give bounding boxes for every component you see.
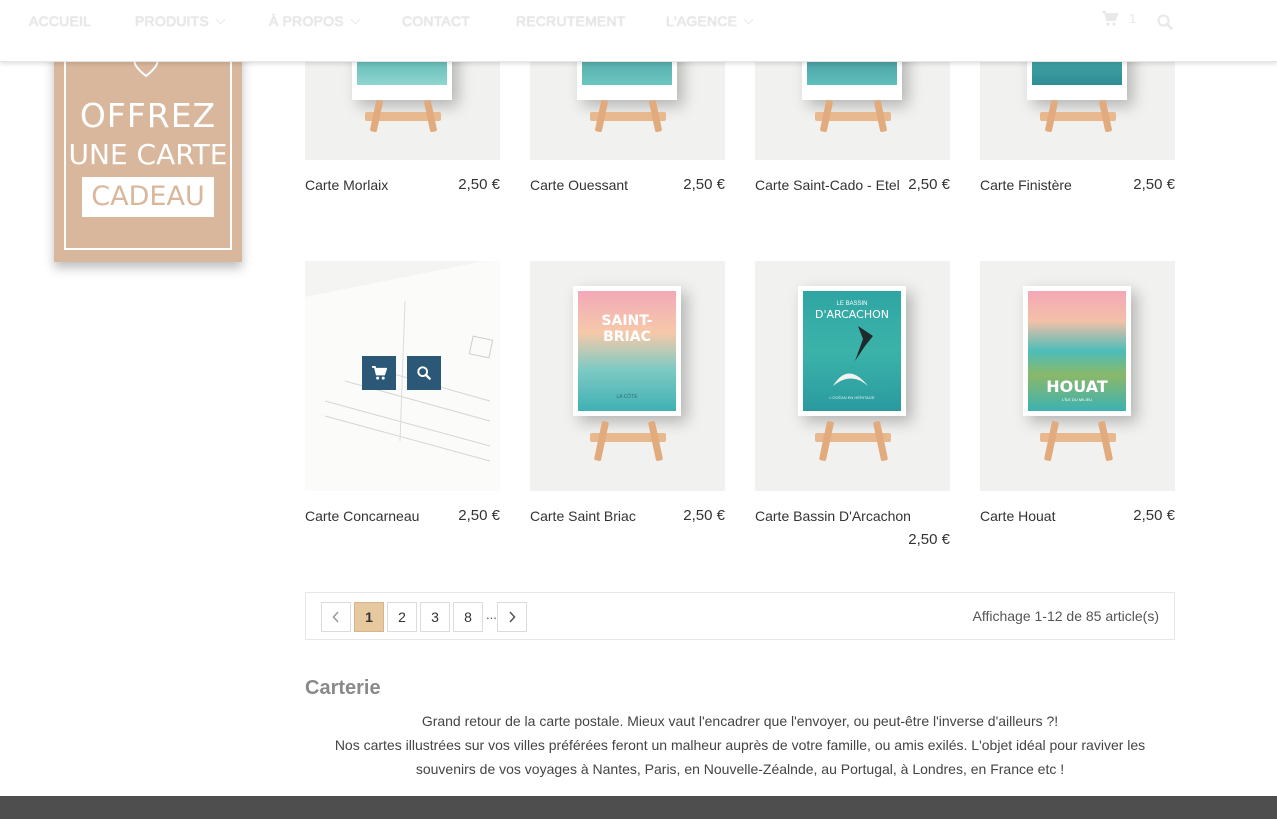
page-button-3[interactable]: 3 xyxy=(420,602,450,632)
cart-icon xyxy=(1102,11,1118,26)
poster-birds xyxy=(833,326,873,386)
nav-item-agence-label: L'AGENCE xyxy=(666,13,738,29)
pagination-info: Affichage 1-12 de 85 article(s) xyxy=(972,608,1159,624)
search-button[interactable] xyxy=(1157,14,1173,30)
category-description: Grand retour de la carte postale. Mieux … xyxy=(305,709,1175,781)
product-image-arcachon[interactable]: LE BASSIN D'ARCACHON L'OCÉAN EN HÉRITAGE xyxy=(755,261,950,491)
product-price: 2,50 € xyxy=(1133,507,1175,524)
product-name[interactable]: Carte Morlaix xyxy=(305,177,388,193)
product-price: 2,50 € xyxy=(683,507,725,524)
page-button-2[interactable]: 2 xyxy=(387,602,417,632)
product-price: 2,50 € xyxy=(1133,176,1175,193)
nav-item-a-propos-label: À PROPOS xyxy=(269,13,344,29)
pagination-ellipsis: ... xyxy=(486,607,497,622)
gift-card-label-box: CADEAU xyxy=(82,177,214,217)
product-name[interactable]: Carte Ouessant xyxy=(530,177,628,193)
cart-button[interactable]: 1 xyxy=(1102,11,1136,26)
product-name[interactable]: Carte Houat xyxy=(980,508,1055,524)
product-price: 2,50 € xyxy=(908,531,950,548)
product-image-houat[interactable]: HOUAT L'ÎLE DU MILIEU xyxy=(980,261,1175,491)
pagination-bar: 1 2 3 8 ... Affichage 1-12 de 85 article… xyxy=(305,592,1175,640)
top-navigation: ACCUEIL PRODUITS À PROPOS CONTACT RECRUT… xyxy=(0,0,1277,62)
poster-subtitle: L'OCÉAN EN HÉRITAGE xyxy=(829,395,875,400)
nav-item-produits[interactable]: PRODUITS xyxy=(135,13,226,29)
cart-count: 1 xyxy=(1129,11,1137,26)
poster-art: SAINT-BRIAC LA CÔTE xyxy=(578,291,676,411)
page-button-1[interactable]: 1 xyxy=(354,602,384,632)
nav-item-accueil[interactable]: ACCUEIL xyxy=(29,13,91,29)
postcard-back-illustration xyxy=(305,261,500,491)
product-price: 2,50 € xyxy=(683,176,725,193)
nav-item-agence[interactable]: L'AGENCE xyxy=(666,13,754,29)
chevron-left-icon xyxy=(332,611,339,623)
poster-art: HOUAT L'ÎLE DU MILIEU xyxy=(1028,291,1126,411)
quick-view-button[interactable] xyxy=(407,356,441,390)
nav-item-contact[interactable]: CONTACT xyxy=(402,13,470,29)
poster-subtitle: L'ÎLE DU MILIEU xyxy=(1061,397,1093,402)
poster: LE BASSIN D'ARCACHON L'OCÉAN EN HÉRITAGE xyxy=(798,286,906,416)
poster-art: LE BASSIN D'ARCACHON L'OCÉAN EN HÉRITAGE xyxy=(803,291,901,411)
poster: SAINT-BRIAC LA CÔTE xyxy=(573,286,681,416)
product-name[interactable]: Carte Bassin D'Arcachon xyxy=(755,508,911,524)
next-page-button[interactable] xyxy=(497,602,527,632)
product-name[interactable]: Carte Concarneau xyxy=(305,508,419,524)
gift-card-line1: OFFREZ xyxy=(79,96,217,135)
chevron-down-icon xyxy=(743,14,754,25)
nav-item-a-propos[interactable]: À PROPOS xyxy=(269,13,361,29)
search-icon xyxy=(417,366,431,380)
gift-card-line2: UNE CARTE xyxy=(68,138,228,171)
product-image-concarneau[interactable] xyxy=(305,261,500,491)
nav-item-recrutement[interactable]: RECRUTEMENT xyxy=(516,13,626,29)
search-icon xyxy=(1157,14,1173,30)
cart-icon xyxy=(371,366,387,380)
product-price: 2,50 € xyxy=(458,176,500,193)
product-name[interactable]: Carte Saint Briac xyxy=(530,508,636,524)
product-price: 2,50 € xyxy=(458,507,500,524)
poster-title: HOUAT xyxy=(1046,377,1108,396)
product-image-saint-briac[interactable]: SAINT-BRIAC LA CÔTE xyxy=(530,261,725,491)
footer xyxy=(0,796,1277,819)
product-price: 2,50 € xyxy=(908,176,950,193)
category-title: Carterie xyxy=(305,677,381,699)
poster: HOUAT L'ÎLE DU MILIEU xyxy=(1023,286,1131,416)
nav-item-produits-label: PRODUITS xyxy=(135,13,209,29)
gift-card-line3: CADEAU xyxy=(91,181,205,212)
chevron-down-icon xyxy=(350,14,361,25)
add-to-cart-button[interactable] xyxy=(362,356,396,390)
poster-subtitle: LA CÔTE xyxy=(616,394,638,400)
chevron-right-icon xyxy=(509,611,516,623)
category-description-line1: Grand retour de la carte postale. Mieux … xyxy=(421,713,1059,729)
previous-page-button[interactable] xyxy=(321,602,351,632)
chevron-down-icon xyxy=(215,14,226,25)
product-name[interactable]: Carte Saint-Cado - Etel xyxy=(755,177,900,193)
category-description-line2: Nos cartes illustrées sur vos villes pré… xyxy=(334,737,1146,777)
product-name[interactable]: Carte Finistère xyxy=(980,177,1072,193)
page-button-8[interactable]: 8 xyxy=(453,602,483,632)
poster-title: SAINT-BRIAC xyxy=(601,313,653,345)
